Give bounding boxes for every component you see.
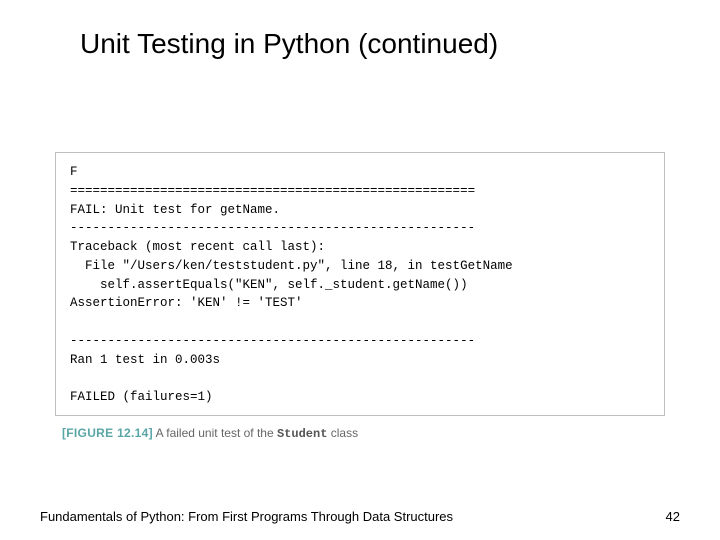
figure-class: Student [277, 427, 327, 441]
code-output: F ======================================… [55, 152, 665, 416]
code-line: ----------------------------------------… [70, 221, 475, 235]
figure-caption: [FIGURE 12.14] A failed unit test of the… [62, 426, 680, 441]
code-line: self.assertEquals("KEN", self._student.g… [70, 278, 468, 292]
slide: Unit Testing in Python (continued) F ===… [0, 0, 720, 540]
figure-text: A failed unit test of the [153, 426, 277, 440]
page-number: 42 [666, 509, 680, 524]
code-line: Ran 1 test in 0.003s [70, 353, 220, 367]
code-line: ----------------------------------------… [70, 334, 475, 348]
code-line: F [70, 165, 78, 179]
spacer [40, 60, 680, 152]
code-line: ========================================… [70, 184, 475, 198]
figure-text: class [327, 426, 358, 440]
footer: Fundamentals of Python: From First Progr… [40, 509, 680, 524]
footer-left: Fundamentals of Python: From First Progr… [40, 509, 453, 524]
code-line: FAILED (failures=1) [70, 390, 213, 404]
code-line: Traceback (most recent call last): [70, 240, 325, 254]
slide-title: Unit Testing in Python (continued) [80, 28, 680, 60]
code-line: FAIL: Unit test for getName. [70, 203, 280, 217]
code-line: File "/Users/ken/teststudent.py", line 1… [70, 259, 513, 273]
code-line: AssertionError: 'KEN' != 'TEST' [70, 296, 303, 310]
figure-label: [FIGURE 12.14] [62, 426, 153, 440]
